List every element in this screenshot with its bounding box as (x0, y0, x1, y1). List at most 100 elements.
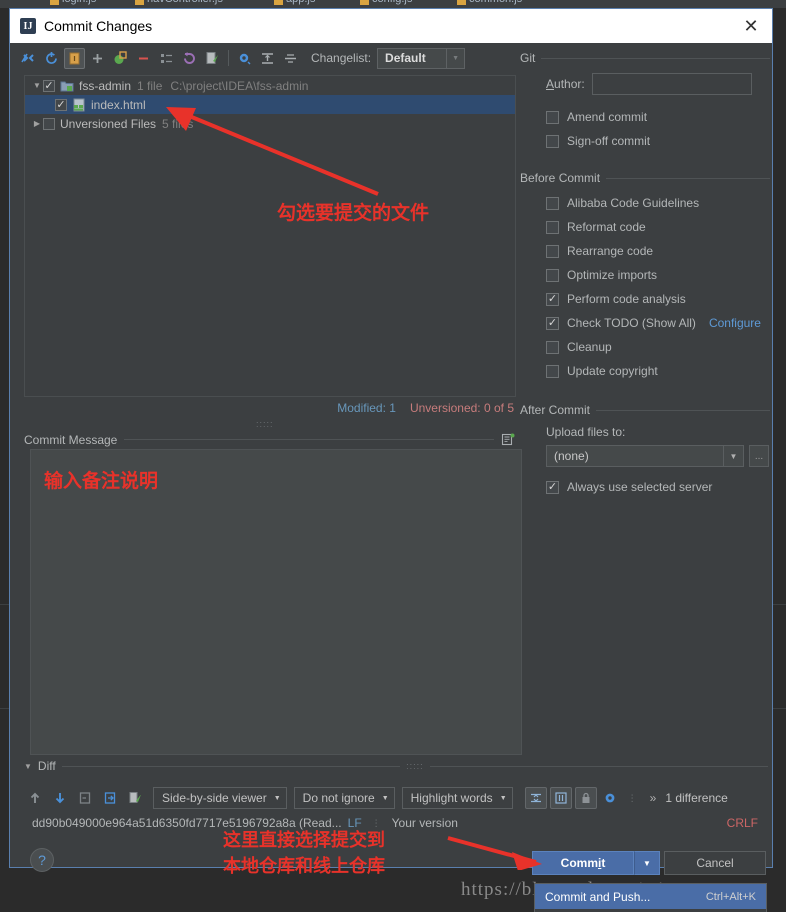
changelist-label: Changelist: (311, 51, 372, 65)
checkbox-box[interactable] (546, 244, 559, 258)
chevron-down-icon: ▼ (723, 446, 743, 466)
browse-servers-button[interactable]: ... (749, 445, 769, 467)
chevron-down-icon: ▼ (273, 794, 281, 802)
show-whitespaces-icon[interactable] (549, 787, 572, 809)
settings-icon[interactable] (234, 48, 255, 69)
viewer-mode-value: Side-by-side viewer (162, 791, 267, 805)
expand-triangle-icon[interactable]: ▼ (31, 81, 43, 90)
table-row[interactable]: index.html (25, 95, 515, 114)
divider (124, 439, 494, 440)
shelve-icon[interactable] (280, 48, 301, 69)
checkbox-box[interactable] (546, 316, 559, 330)
chevron-down-icon: ▼ (499, 794, 507, 802)
row-checkbox[interactable] (43, 79, 55, 92)
expand-vertical-icon[interactable] (257, 48, 278, 69)
checkbox-box[interactable] (546, 480, 559, 494)
row-name: index.html (91, 97, 146, 112)
close-icon[interactable]: ✕ (738, 13, 764, 39)
upload-server-select[interactable]: (none) ▼ (546, 445, 744, 467)
editor-tab-1[interactable]: navController.js (135, 0, 223, 8)
show-diff-icon[interactable] (18, 48, 39, 69)
editor-tab-0[interactable]: login.js (50, 0, 96, 8)
previous-difference-icon[interactable] (24, 787, 46, 809)
checkbox-box[interactable] (546, 292, 559, 306)
checkbox-box[interactable] (546, 364, 559, 378)
js-file-icon (50, 0, 59, 5)
author-field[interactable] (591, 73, 752, 95)
status-modified: Modified: 1 (337, 401, 396, 415)
message-history-icon[interactable] (501, 432, 516, 447)
after-commit-group-header: After Commit (520, 403, 770, 417)
checkbox-update-copyright[interactable]: Update copyright (546, 359, 770, 383)
divider (429, 765, 769, 767)
group-by-directory-icon[interactable] (64, 47, 85, 69)
editor-tab-4[interactable]: common.js (457, 0, 522, 8)
commit-dropdown-arrow-icon[interactable]: ▼ (634, 851, 660, 875)
checkbox-box[interactable] (546, 340, 559, 354)
collapse-unchanged-icon[interactable] (524, 787, 547, 809)
checkbox-amend-commit[interactable]: Amend commit (546, 105, 770, 129)
checkbox-box[interactable] (546, 196, 559, 210)
refresh-icon[interactable] (41, 48, 62, 69)
table-row[interactable]: ▼ fss-admin 1 file C:\project\IDEA\fss-a… (25, 76, 515, 95)
expand-triangle-icon[interactable]: ▼ (24, 762, 32, 771)
checkbox-check-todo[interactable]: Check TODO (Show All) Configure (546, 311, 770, 335)
diff-settings-icon[interactable] (600, 787, 622, 809)
row-checkbox[interactable] (43, 117, 55, 130)
changes-tree[interactable]: ▼ fss-admin 1 file C:\project\IDEA\fss-a… (24, 75, 516, 397)
author-field-row: Author: (546, 73, 770, 95)
right-version-label: Your version (391, 816, 458, 830)
menu-item-commit-and-push[interactable]: Commit and Push... Ctrl+Alt+K (535, 884, 766, 909)
row-meta: 1 file (137, 78, 163, 93)
checkbox-alibaba-code-guidelines[interactable]: Alibaba Code Guidelines (546, 191, 770, 215)
checkbox-box[interactable] (546, 110, 559, 124)
revert-icon[interactable] (179, 48, 200, 69)
splitter-handle[interactable]: ::::: (256, 419, 274, 429)
help-icon[interactable]: ? (30, 848, 54, 872)
expand-all-icon[interactable] (87, 48, 108, 69)
edit-source-icon[interactable] (202, 48, 223, 69)
git-group-header: Git (520, 51, 770, 65)
commit-message-input[interactable] (30, 449, 522, 755)
more-options-icon[interactable]: » (650, 791, 657, 805)
commit-message-scrollbar[interactable] (516, 452, 519, 754)
row-checkbox[interactable] (55, 98, 67, 111)
highlight-mode-select[interactable]: Highlight words ▼ (401, 787, 513, 809)
checkbox-sign-off-commit[interactable]: Sign-off commit (546, 129, 770, 153)
checkbox-optimize-imports[interactable]: Optimize imports (546, 263, 770, 287)
splitter-handle[interactable]: ::::: (406, 761, 424, 771)
diff-section-header[interactable]: ▼ Diff ::::: (24, 759, 769, 773)
upload-server-value: (none) (554, 449, 589, 463)
apply-right-icon[interactable] (99, 787, 121, 809)
checkbox-label: Reformat code (567, 220, 646, 234)
before-commit-group-header: Before Commit (520, 171, 770, 185)
read-only-lock-icon[interactable] (574, 787, 597, 809)
collapse-triangle-icon[interactable]: ▶ (31, 119, 43, 128)
move-to-changelist-icon[interactable] (110, 48, 131, 69)
checkbox-rearrange-code[interactable]: Rearrange code (546, 239, 770, 263)
checkbox-cleanup[interactable]: Cleanup (546, 335, 770, 359)
changelist-select[interactable]: Default ▼ (377, 47, 466, 69)
checkbox-box[interactable] (546, 134, 559, 148)
right-line-ending[interactable]: CRLF (727, 816, 758, 830)
checkbox-perform-code-analysis[interactable]: Perform code analysis (546, 287, 770, 311)
table-row[interactable]: ▶ Unversioned Files 5 files (25, 114, 515, 133)
checkbox-box[interactable] (546, 220, 559, 234)
commit-button[interactable]: Comm i t (532, 851, 634, 875)
cancel-button[interactable]: Cancel (664, 851, 766, 875)
group-by-list-icon[interactable] (156, 48, 177, 69)
remove-icon[interactable] (133, 48, 154, 69)
editor-tab-2[interactable]: app.js (274, 0, 315, 8)
viewer-mode-select[interactable]: Side-by-side viewer ▼ (153, 787, 287, 809)
checkbox-reformat-code[interactable]: Reformat code (546, 215, 770, 239)
left-pane: Changelist: Default ▼ ▼ ✓ fss-admin 1 fi… (16, 43, 522, 867)
ignore-mode-select[interactable]: Do not ignore ▼ (293, 787, 395, 809)
diff-toolbar: Side-by-side viewer ▼ Do not ignore ▼ Hi… (24, 785, 776, 811)
checkbox-always-use-selected-server[interactable]: Always use selected server (546, 475, 770, 499)
next-difference-icon[interactable] (49, 787, 71, 809)
editor-tab-3[interactable]: config.js (360, 0, 412, 8)
jump-to-source-icon[interactable] (124, 787, 146, 809)
checkbox-box[interactable] (546, 268, 559, 282)
apply-left-icon[interactable] (74, 787, 96, 809)
configure-link[interactable]: Configure (709, 316, 761, 330)
